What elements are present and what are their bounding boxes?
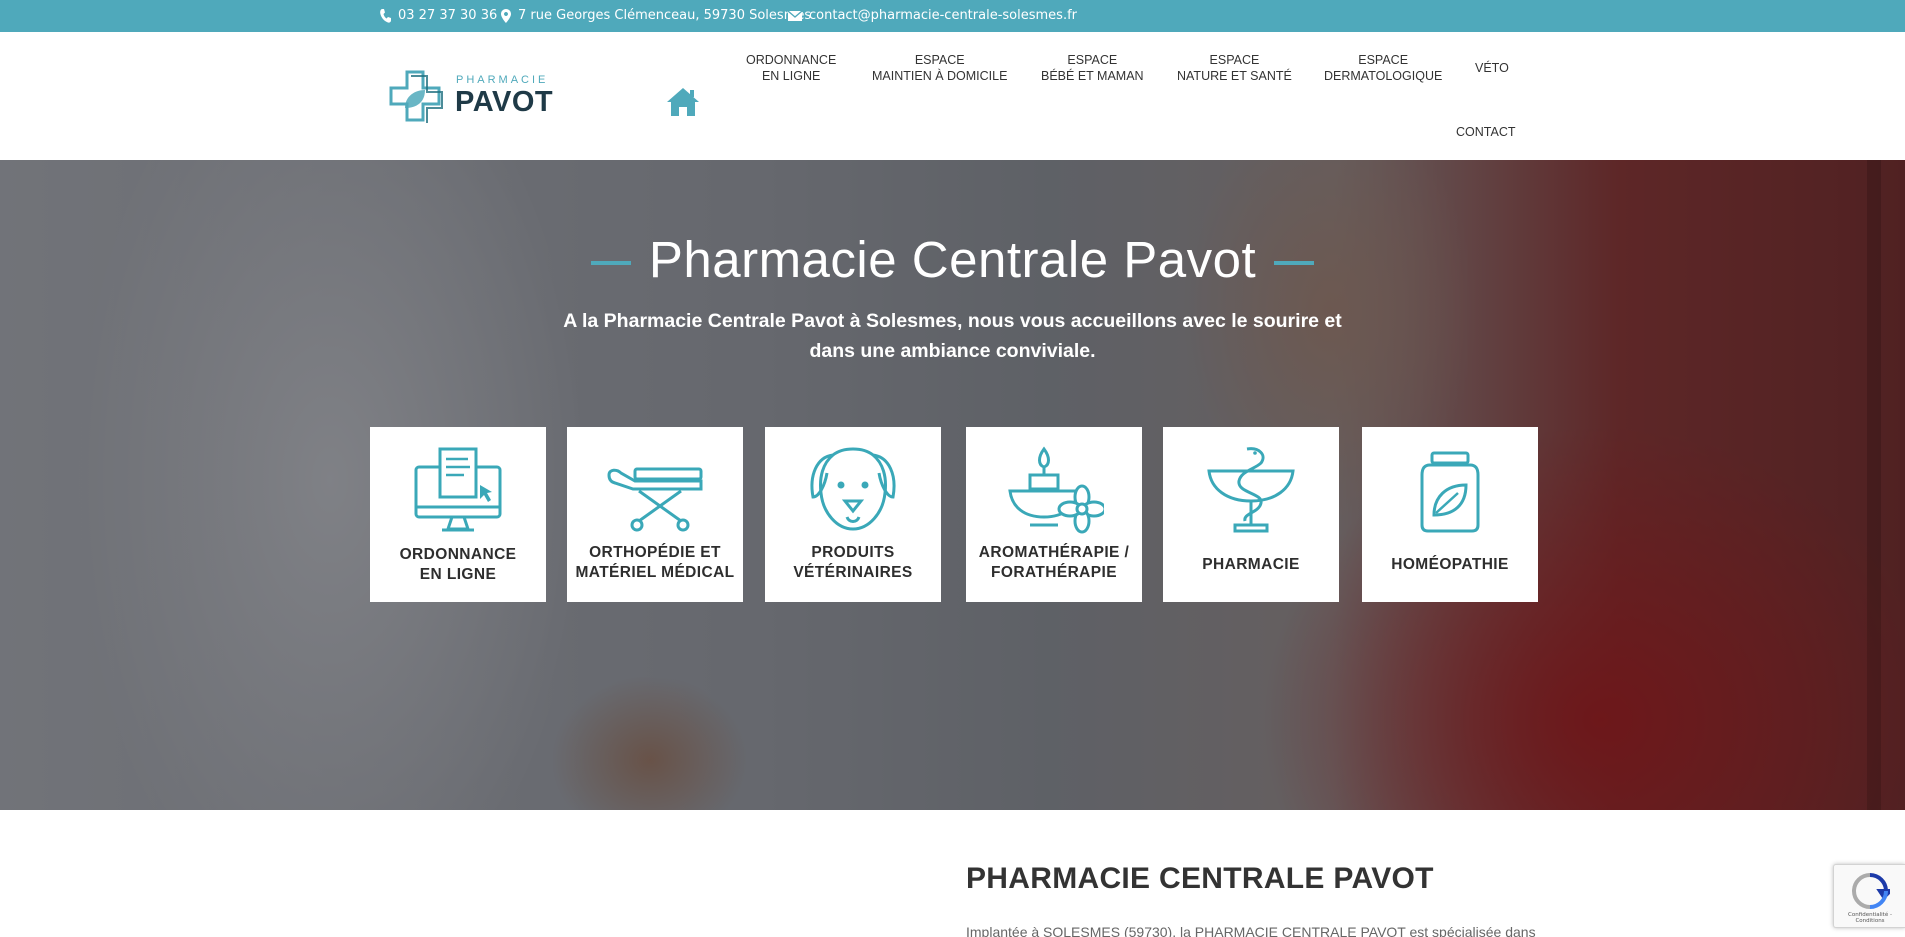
address-text: 7 rue Georges Clémenceau, 59730 Solesmes xyxy=(518,8,812,23)
envelope-icon xyxy=(788,10,802,21)
email-contact[interactable]: contact@pharmacie-centrale-solesmes.fr xyxy=(788,8,1077,23)
card-ordonnance[interactable]: ORDONNANCE EN LIGNE xyxy=(370,427,546,602)
nav-nature-sante[interactable]: ESPACE NATURE ET SANTÉ xyxy=(1177,52,1292,84)
card-orthopedie-line1: ORTHOPÉDIE ET xyxy=(589,544,721,561)
card-pharmacie-label: PHARMACIE xyxy=(1167,555,1335,575)
nav-bebe-line1: ESPACE xyxy=(1067,53,1118,67)
site-header: PHARMACIE PAVOT ORDONNANCE EN LIGNE ESPA… xyxy=(0,32,1905,160)
card-aromatherapie-label: AROMATHÉRAPIE / FORATHÉRAPIE xyxy=(970,543,1138,583)
medical-stretcher-icon xyxy=(607,467,703,532)
map-pin-icon xyxy=(501,8,511,23)
nav-nature-line2: NATURE ET SANTÉ xyxy=(1177,69,1292,83)
logo-big-text: PAVOT xyxy=(455,86,554,118)
phone-contact[interactable]: 03 27 37 30 36 xyxy=(380,8,497,23)
nav-veto-label: VÉTO xyxy=(1475,61,1509,75)
nav-ordonnance-line1: ORDONNANCE xyxy=(746,53,837,67)
nav-dermato-line2: DERMATOLOGIQUE xyxy=(1324,69,1443,83)
hero-title-row: Pharmacie Centrale Pavot xyxy=(0,230,1905,289)
card-orthopedie-line2: MATÉRIEL MÉDICAL xyxy=(575,564,735,581)
phone-number: 03 27 37 30 36 xyxy=(398,8,498,23)
card-aromatherapie-line2: FORATHÉRAPIE xyxy=(991,564,1117,581)
card-pharmacie[interactable]: PHARMACIE xyxy=(1163,427,1339,602)
section-intro-text: Implantée à SOLESMES (59730), la PHARMAC… xyxy=(966,924,1536,937)
card-pharmacie-line1: PHARMACIE xyxy=(1202,556,1300,573)
card-orthopedie[interactable]: ORTHOPÉDIE ET MATÉRIEL MÉDICAL xyxy=(567,427,743,602)
remedy-jar-icon xyxy=(1420,451,1480,533)
hero-subtitle: A la Pharmacie Centrale Pavot à Solesmes… xyxy=(563,310,1342,362)
recaptcha-terms[interactable]: Confidentialité - Conditions xyxy=(1840,912,1900,924)
card-veterinaires-label: PRODUITS VÉTÉRINAIRES xyxy=(769,543,937,583)
contact-bar: 03 27 37 30 36 7 rue Georges Clémenceau,… xyxy=(0,0,1905,32)
phone-icon xyxy=(380,8,391,23)
card-aromatherapie-line1: AROMATHÉRAPIE / xyxy=(978,544,1130,561)
nav-contact-label: CONTACT xyxy=(1456,125,1516,139)
card-ordonnance-line2: EN LIGNE xyxy=(419,566,497,583)
card-homeopathie-label: HOMÉOPATHIE xyxy=(1366,555,1534,575)
candle-flower-icon xyxy=(1008,446,1104,534)
nav-bebe-maman[interactable]: ESPACE BÉBÉ ET MAMAN xyxy=(1041,52,1144,84)
nav-maintien-line2: MAINTIEN À DOMICILE xyxy=(872,69,1008,83)
nav-maintien-line1: ESPACE xyxy=(914,53,965,67)
address-contact: 7 rue Georges Clémenceau, 59730 Solesmes xyxy=(501,8,811,23)
card-aromatherapie[interactable]: AROMATHÉRAPIE / FORATHÉRAPIE xyxy=(966,427,1142,602)
nav-dermatologique[interactable]: ESPACE DERMATOLOGIQUE xyxy=(1324,52,1442,84)
card-homeopathie-line1: HOMÉOPATHIE xyxy=(1391,556,1509,573)
card-ordonnance-label: ORDONNANCE EN LIGNE xyxy=(374,545,542,585)
hero-banner: Pharmacie Centrale Pavot A la Pharmacie … xyxy=(0,160,1905,810)
nav-nature-line1: ESPACE xyxy=(1209,53,1260,67)
nav-maintien-domicile[interactable]: ESPACE MAINTIEN À DOMICILE xyxy=(872,52,1007,84)
prescription-computer-icon xyxy=(414,447,502,532)
cross-logo-icon xyxy=(389,70,443,123)
nav-veto[interactable]: VÉTO xyxy=(1475,60,1509,76)
nav-bebe-line2: BÉBÉ ET MAMAN xyxy=(1041,69,1144,83)
dog-icon xyxy=(810,447,896,531)
site-logo[interactable]: PHARMACIE PAVOT xyxy=(387,66,557,126)
title-dash-left xyxy=(590,260,631,265)
card-veterinaires-line2: VÉTÉRINAIRES xyxy=(793,564,913,581)
card-ordonnance-line1: ORDONNANCE xyxy=(399,546,517,563)
email-address: contact@pharmacie-centrale-solesmes.fr xyxy=(809,8,1077,23)
recaptcha-badge[interactable]: Confidentialité - Conditions xyxy=(1833,864,1905,928)
card-orthopedie-label: ORTHOPÉDIE ET MATÉRIEL MÉDICAL xyxy=(571,543,739,583)
title-dash-right xyxy=(1274,260,1315,265)
nav-home[interactable] xyxy=(666,87,700,117)
nav-ordonnance[interactable]: ORDONNANCE EN LIGNE xyxy=(746,52,836,84)
card-homeopathie[interactable]: HOMÉOPATHIE xyxy=(1362,427,1538,602)
section-title: PHARMACIE CENTRALE PAVOT xyxy=(966,862,1434,895)
home-icon xyxy=(667,88,699,116)
nav-ordonnance-line2: EN LIGNE xyxy=(761,69,821,83)
logo-small-text: PHARMACIE xyxy=(456,74,549,86)
card-veterinaires[interactable]: PRODUITS VÉTÉRINAIRES xyxy=(765,427,941,602)
card-veterinaires-line1: PRODUITS xyxy=(811,544,895,561)
caduceus-icon xyxy=(1207,447,1295,533)
nav-contact[interactable]: CONTACT xyxy=(1456,124,1516,140)
recaptcha-logo-icon xyxy=(1851,873,1890,909)
nav-dermato-line1: ESPACE xyxy=(1358,53,1409,67)
hero-title: Pharmacie Centrale Pavot xyxy=(648,231,1257,288)
